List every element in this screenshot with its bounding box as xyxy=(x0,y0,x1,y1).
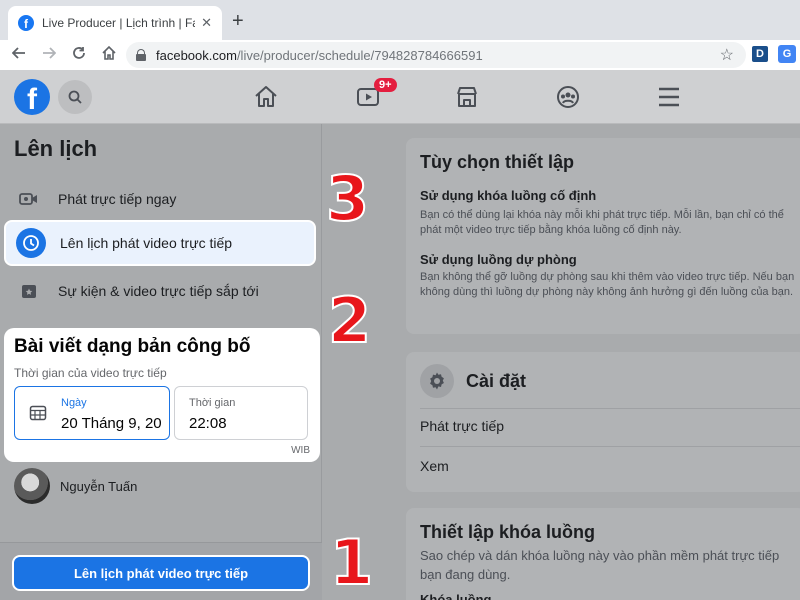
date-field-label: Ngày xyxy=(61,397,87,409)
gear-icon xyxy=(420,364,454,398)
backup-stream-title: Sử dụng luồng dự phòng xyxy=(420,252,577,267)
facebook-favicon-icon: f xyxy=(18,15,34,31)
avatar xyxy=(14,468,50,504)
calendar-icon xyxy=(29,404,47,427)
new-tab-button[interactable]: + xyxy=(232,10,244,33)
step-number-2: 2 xyxy=(327,284,372,357)
step-number-3: 3 xyxy=(325,162,370,235)
sidebar-item-label: Phát trực tiếp ngay xyxy=(58,191,177,207)
divider xyxy=(420,408,800,409)
marketplace-nav-icon[interactable] xyxy=(453,83,481,111)
time-field[interactable]: Thời gian 22:08 xyxy=(174,386,308,440)
browser-tab-bar: f Live Producer | Lịch trình | Facebo ✕ … xyxy=(0,0,800,40)
home-nav-icon[interactable] xyxy=(252,83,280,111)
time-field-value: 22:08 xyxy=(189,415,227,432)
groups-nav-icon[interactable] xyxy=(554,83,582,111)
url-path: /live/producer/schedule/794828784666591 xyxy=(236,47,483,63)
sidebar-item-upcoming-events[interactable]: Sự kiện & video trực tiếp sắp tới xyxy=(4,268,316,314)
schedule-live-video-button[interactable]: Lên lịch phát video trực tiếp xyxy=(12,555,310,591)
setup-options-card: Tùy chọn thiết lập Sử dụng khóa luồng cố… xyxy=(406,138,800,334)
sidebar-footer: Lên lịch phát video trực tiếp xyxy=(0,542,322,600)
lock-icon xyxy=(136,49,146,61)
clock-icon xyxy=(16,228,46,258)
tab-close-icon[interactable]: ✕ xyxy=(201,15,212,31)
divider xyxy=(420,446,800,447)
watch-notification-badge: 9+ xyxy=(374,78,397,92)
settings-title: Cài đặt xyxy=(466,371,527,391)
user-name: Nguyễn Tuấn xyxy=(60,478,138,494)
sidebar-item-label: Lên lịch phát video trực tiếp xyxy=(60,235,233,251)
forward-arrow-icon[interactable] xyxy=(34,46,64,65)
time-field-label: Thời gian xyxy=(189,397,236,409)
persistent-key-description: Bạn có thể dùng lại khóa này mỗi khi phá… xyxy=(420,209,784,236)
stream-key-card: Thiết lập khóa luồng Sao chép và dán khó… xyxy=(406,508,800,600)
browser-toolbar: facebook.com/live/producer/schedule/7948… xyxy=(0,40,800,70)
timezone-label: WIB xyxy=(291,445,310,456)
extension-d-icon[interactable]: D xyxy=(752,46,768,62)
sidebar-item-label: Sự kiện & video trực tiếp sắp tới xyxy=(58,283,259,299)
translate-extension-icon[interactable]: G xyxy=(778,45,796,63)
sidebar-item-schedule-live[interactable]: Lên lịch phát video trực tiếp xyxy=(4,220,316,266)
browser-tab[interactable]: f Live Producer | Lịch trình | Facebo ✕ xyxy=(8,6,222,40)
search-button[interactable] xyxy=(58,80,92,114)
search-icon xyxy=(68,90,82,104)
persistent-key-title: Sử dụng khóa luồng cố định xyxy=(420,188,597,203)
sidebar-title: Lên lịch xyxy=(14,136,98,161)
schedule-sidebar: Lên lịch Phát trực tiếp ngay Lên lịch ph… xyxy=(0,124,322,600)
step-number-1: 1 xyxy=(329,526,374,599)
stream-key-title: Thiết lập khóa luồng xyxy=(420,522,595,542)
bookmark-star-icon[interactable]: ☆ xyxy=(720,45,734,65)
tab-title: Live Producer | Lịch trình | Facebo xyxy=(42,16,195,30)
date-field-value: 20 Tháng 9, 20 xyxy=(61,415,162,432)
public-post-title: Bài viết dạng bản công bố xyxy=(14,336,251,357)
url-host: facebook.com xyxy=(156,47,237,63)
setup-options-title: Tùy chọn thiết lập xyxy=(420,152,575,172)
video-camera-icon xyxy=(14,184,44,214)
sidebar-item-go-live-now[interactable]: Phát trực tiếp ngay xyxy=(4,176,316,222)
stream-key-description: Sao chép và dán khóa luồng này vào phần … xyxy=(420,548,780,582)
calendar-star-icon xyxy=(14,276,44,306)
live-time-label: Thời gian của video trực tiếp xyxy=(14,366,167,380)
reload-icon[interactable] xyxy=(64,46,94,65)
settings-row-view[interactable]: Xem xyxy=(420,458,449,474)
home-icon[interactable] xyxy=(94,45,124,65)
public-post-panel: Bài viết dạng bản công bố Thời gian của … xyxy=(4,328,320,462)
user-profile[interactable]: Nguyễn Tuấn xyxy=(14,468,137,504)
stream-key-label: Khóa luồng xyxy=(420,592,492,600)
address-bar[interactable]: facebook.com/live/producer/schedule/7948… xyxy=(126,42,746,68)
menu-hamburger-icon[interactable] xyxy=(655,83,683,111)
settings-card: Cài đặt Phát trực tiếp Xem xyxy=(406,352,800,492)
backup-stream-description: Bạn không thể gỡ luồng dự phòng sau khi … xyxy=(420,271,795,298)
facebook-logo[interactable]: f xyxy=(14,79,50,115)
settings-row-live[interactable]: Phát trực tiếp xyxy=(420,418,504,434)
back-arrow-icon[interactable] xyxy=(4,46,34,65)
date-field[interactable]: Ngày 20 Tháng 9, 20 xyxy=(14,386,170,440)
facebook-header: f 9+ xyxy=(0,70,800,124)
